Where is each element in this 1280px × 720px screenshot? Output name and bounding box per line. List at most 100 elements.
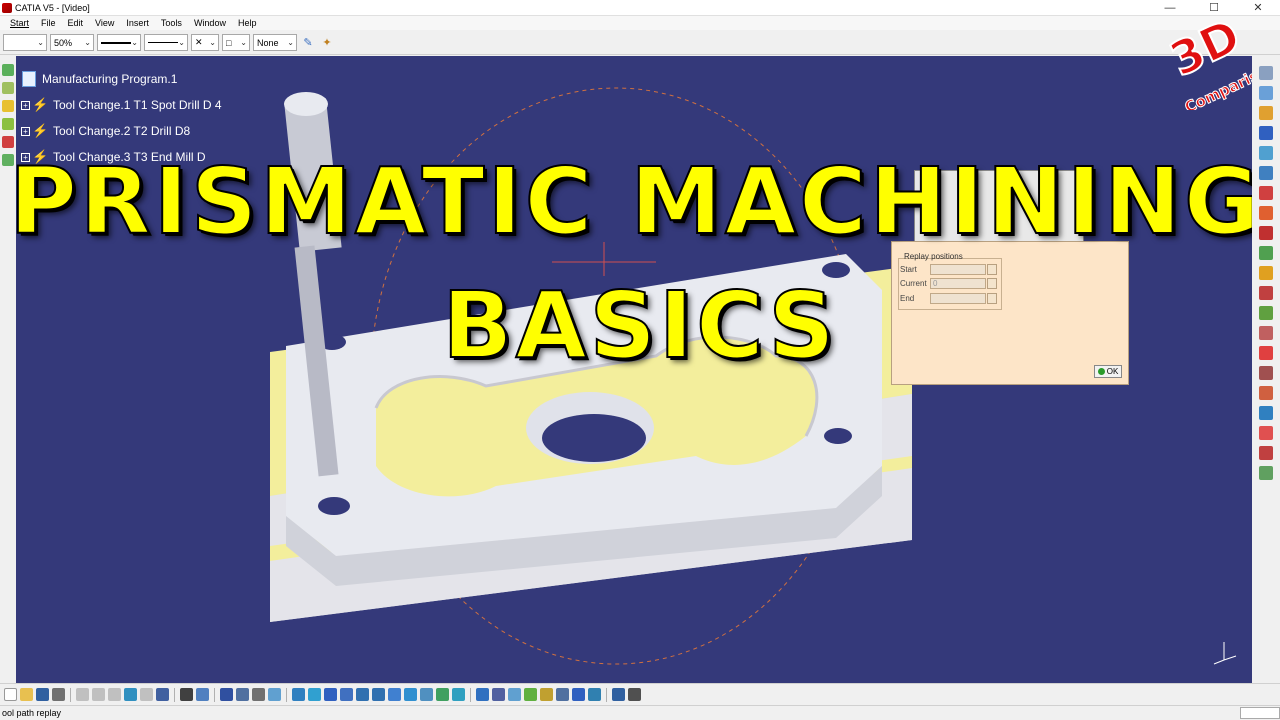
swap-arrows-icon[interactable]: [612, 688, 625, 701]
document-icon[interactable]: [1259, 166, 1273, 180]
point-symbol-combo[interactable]: ✕ ⌄: [191, 34, 219, 51]
expand-icon[interactable]: +: [21, 100, 30, 110]
whats-this-icon[interactable]: [156, 688, 169, 701]
pan-icon[interactable]: [324, 688, 337, 701]
tool-change-icon[interactable]: [1259, 426, 1273, 440]
fly-icon[interactable]: [292, 688, 305, 701]
tree-item-label: Tool Change.2 T2 Drill D8: [53, 124, 191, 138]
tool-icon[interactable]: [2, 82, 14, 94]
table-icon[interactable]: [492, 688, 505, 701]
counterbore-icon[interactable]: [1259, 366, 1273, 380]
machine-icon[interactable]: [1259, 66, 1273, 80]
tool-path-icon[interactable]: [1259, 146, 1273, 160]
drilling-icon[interactable]: [1259, 266, 1273, 280]
chevron-down-icon: ⌄: [37, 38, 44, 47]
comment-icon[interactable]: [196, 688, 209, 701]
part-icon[interactable]: [2, 118, 14, 130]
spot-drill-icon[interactable]: [1259, 286, 1273, 300]
catalog-icon[interactable]: [628, 688, 641, 701]
right-toolbar: [1252, 56, 1280, 683]
facing-icon[interactable]: [1259, 206, 1273, 220]
reaming-icon[interactable]: [1259, 346, 1273, 360]
fit-all-icon[interactable]: [308, 688, 321, 701]
menu-edit[interactable]: Edit: [62, 18, 90, 28]
shield-icon[interactable]: [2, 100, 14, 112]
iso-view-icon[interactable]: [404, 688, 417, 701]
tree-icon[interactable]: [236, 688, 249, 701]
video-icon[interactable]: [540, 688, 553, 701]
chevron-down-icon: ⌄: [209, 38, 216, 47]
rendering-style-combo[interactable]: □ ⌄: [222, 34, 250, 51]
tree-item-tool-change-1[interactable]: + ⚡ Tool Change.1 T1 Spot Drill D 4: [21, 92, 222, 118]
menu-view[interactable]: View: [89, 18, 120, 28]
menu-bar: Start File Edit View Insert Tools Window…: [0, 16, 1280, 30]
transparency-combo[interactable]: 50% ⌄: [50, 34, 94, 51]
rotation-icon[interactable]: [1259, 446, 1273, 460]
center-hole: [542, 414, 646, 462]
linetype-combo[interactable]: ⌄: [144, 34, 188, 51]
layer-icon[interactable]: [220, 688, 233, 701]
menu-file[interactable]: File: [35, 18, 62, 28]
tree-root[interactable]: Manufacturing Program.1: [22, 66, 222, 92]
menu-start[interactable]: Start: [4, 18, 35, 28]
chamfer-icon[interactable]: [1259, 386, 1273, 400]
redo-icon[interactable]: [140, 688, 153, 701]
expand-icon[interactable]: +: [21, 126, 30, 136]
window-title: CATIA V5 - [Video]: [15, 2, 90, 13]
undo-icon[interactable]: [124, 688, 137, 701]
save-icon[interactable]: [36, 688, 49, 701]
layer-combo[interactable]: None ⌄: [253, 34, 297, 51]
tapping-icon[interactable]: [1259, 306, 1273, 320]
hide-show-icon[interactable]: [436, 688, 449, 701]
painter-brush-icon[interactable]: ✦: [319, 35, 335, 51]
cut-icon[interactable]: [76, 688, 89, 701]
normal-view-icon[interactable]: [388, 688, 401, 701]
simulation-icon[interactable]: [524, 688, 537, 701]
machining-axis-icon[interactable]: [1259, 406, 1273, 420]
toolbar-separator: [470, 687, 471, 702]
open-icon[interactable]: [20, 688, 33, 701]
title-bar: CATIA V5 - [Video] — ☐ ✕: [0, 0, 1280, 16]
line-thickness-combo[interactable]: ⌄: [97, 34, 141, 51]
grid-icon[interactable]: [556, 688, 569, 701]
tool-path-replay-icon[interactable]: [476, 688, 489, 701]
tool-change-icon: ⚡: [32, 97, 49, 112]
rotate-icon[interactable]: [340, 688, 353, 701]
select-arrow-icon[interactable]: [1259, 126, 1273, 140]
bottom-toolbar: [0, 683, 1280, 705]
check-icon[interactable]: [2, 64, 14, 76]
analysis-icon[interactable]: [572, 688, 585, 701]
tool-holder-top: [284, 92, 328, 116]
paste-icon[interactable]: [108, 688, 121, 701]
menu-window[interactable]: Window: [188, 18, 232, 28]
copy-icon[interactable]: [92, 688, 105, 701]
path-icon[interactable]: [508, 688, 521, 701]
print-icon[interactable]: [52, 688, 65, 701]
contour-icon[interactable]: [1259, 246, 1273, 260]
copy-transform-icon[interactable]: [1259, 466, 1273, 480]
compass-icon[interactable]: [1210, 636, 1240, 666]
format-painter-icon[interactable]: ✎: [300, 35, 316, 51]
zoom-in-icon[interactable]: [356, 688, 369, 701]
swap-icon[interactable]: [268, 688, 281, 701]
formula-icon[interactable]: [180, 688, 193, 701]
boring-icon[interactable]: [1259, 326, 1273, 340]
command-input[interactable]: [1240, 707, 1280, 719]
pencil-icon[interactable]: [2, 136, 14, 148]
menu-tools[interactable]: Tools: [155, 18, 188, 28]
pocketing-icon[interactable]: [1259, 186, 1273, 200]
profile-icon[interactable]: [1259, 226, 1273, 240]
swap-space-icon[interactable]: [452, 688, 465, 701]
part-operation-icon[interactable]: [1259, 86, 1273, 100]
menu-help[interactable]: Help: [232, 18, 263, 28]
tree-item-tool-change-2[interactable]: + ⚡ Tool Change.2 T2 Drill D8: [21, 118, 222, 144]
shading-icon[interactable]: [420, 688, 433, 701]
menu-insert[interactable]: Insert: [120, 18, 155, 28]
color-combo[interactable]: ⌄: [3, 34, 47, 51]
zoom-out-icon[interactable]: [372, 688, 385, 701]
program-icon[interactable]: [1259, 106, 1273, 120]
new-icon[interactable]: [4, 688, 17, 701]
hide-icon[interactable]: [252, 688, 265, 701]
chevron-down-icon: ⌄: [178, 38, 185, 47]
report-icon[interactable]: [588, 688, 601, 701]
